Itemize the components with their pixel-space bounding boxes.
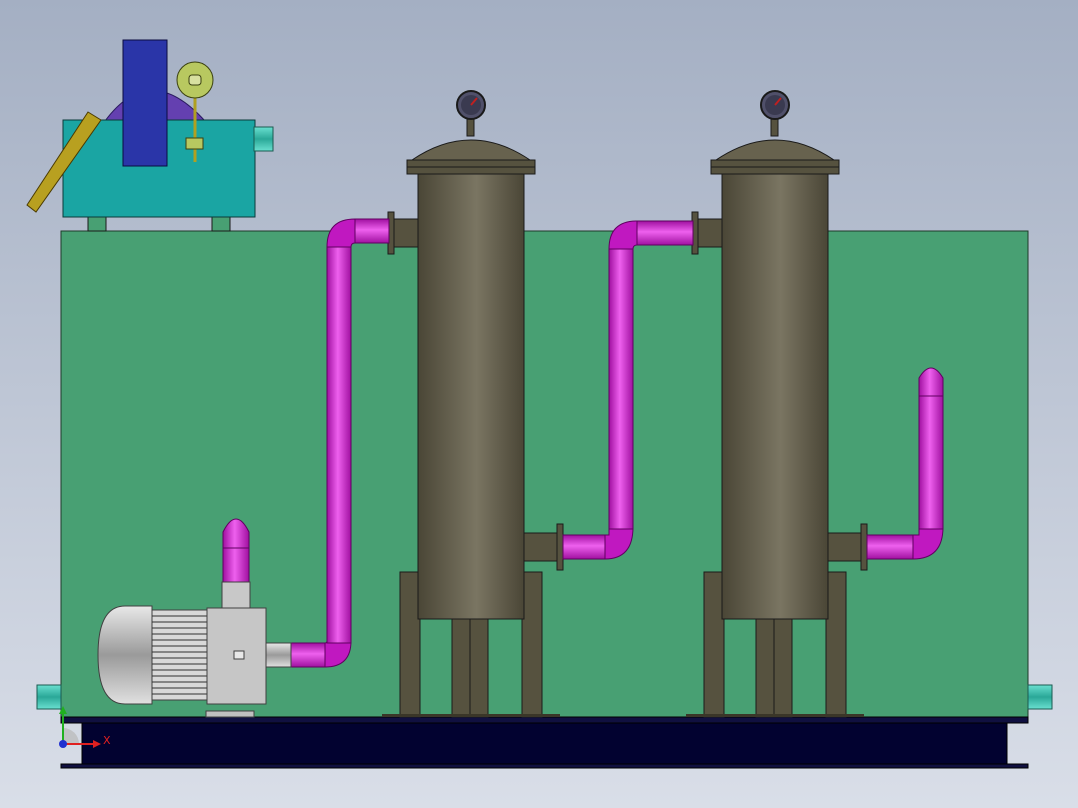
machine-foot-left xyxy=(87,215,107,232)
machine-foot-right xyxy=(211,215,231,232)
hydraulic-filter-station-diagram: X xyxy=(0,0,1078,808)
machine-outlet xyxy=(253,126,274,152)
machine-motor-block xyxy=(122,39,168,167)
base-rail xyxy=(60,763,1029,769)
base-frame xyxy=(60,716,1029,724)
pump-suction-pipe xyxy=(221,518,251,609)
pressure-gauge-icon xyxy=(456,90,486,120)
axis-x-label: X xyxy=(103,734,111,747)
pressure-gauge-icon xyxy=(760,90,790,120)
base-skid xyxy=(81,722,1008,766)
motor-pump-unit xyxy=(97,605,292,718)
left-nozzle xyxy=(36,684,62,710)
right-nozzle xyxy=(1027,684,1053,710)
